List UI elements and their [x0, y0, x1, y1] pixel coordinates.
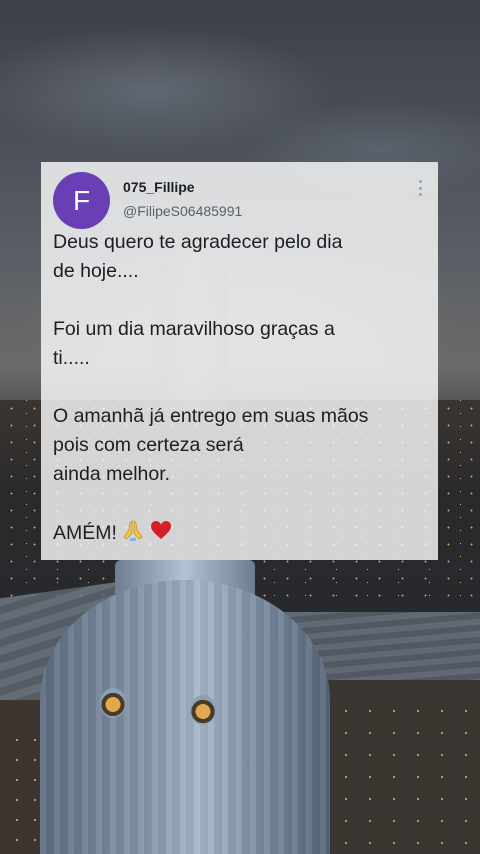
avatar[interactable]: F	[53, 172, 110, 229]
tower-window	[100, 688, 126, 718]
closing-text: AMÉM!	[53, 522, 117, 544]
tower-window	[190, 695, 216, 725]
tweet-text: Deus quero te agradecer pelo dia de hoje…	[53, 228, 433, 551]
text-line: pois com certeza será	[53, 434, 244, 456]
user-handle[interactable]: @FilipeS06485991	[123, 203, 242, 219]
text-line: O amanhã já entrego em suas mãos	[53, 405, 369, 427]
tower-dome	[40, 580, 330, 854]
display-name[interactable]: 075_Fillipe	[123, 179, 195, 195]
text-line: de hoje....	[53, 260, 139, 282]
text-line: ti.....	[53, 347, 90, 369]
praying-hands-icon	[121, 518, 145, 551]
text-line: Deus quero te agradecer pelo dia	[53, 231, 343, 253]
closing-line: AMÉM!	[53, 518, 433, 551]
more-options-icon[interactable]	[418, 180, 422, 196]
tweet-card: F 075_Fillipe @FilipeS06485991 Deus quer…	[41, 162, 438, 560]
red-heart-icon	[149, 518, 173, 551]
text-line: ainda melhor.	[53, 463, 171, 485]
text-line: Foi um dia maravilhoso graças a	[53, 318, 335, 340]
